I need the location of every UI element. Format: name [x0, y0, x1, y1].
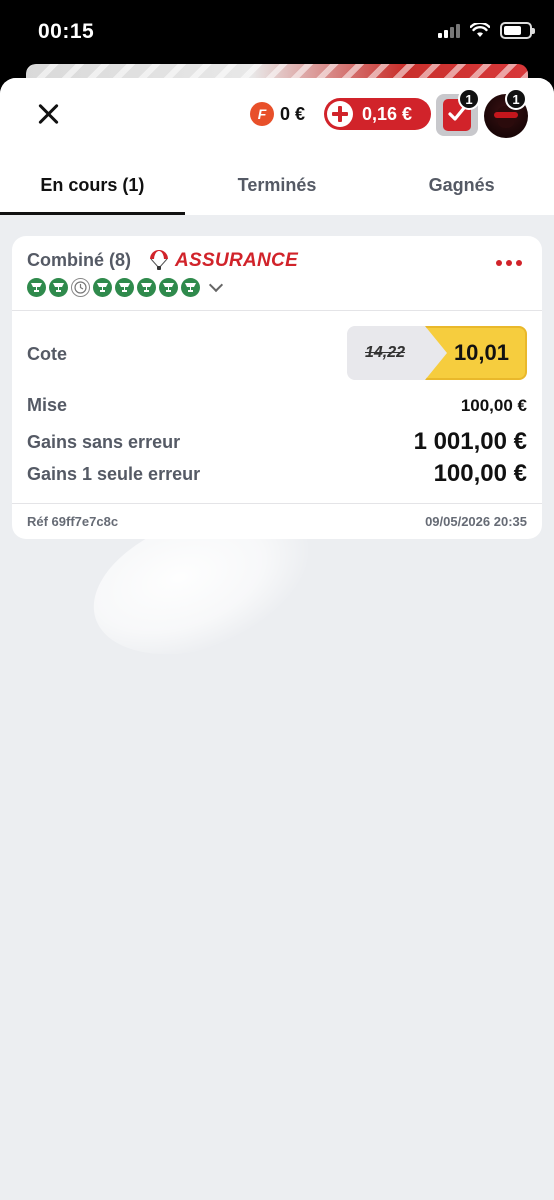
parachute-icon [150, 250, 168, 270]
leg-won-icon [137, 278, 156, 297]
freebet-balance[interactable]: F 0 € [250, 102, 305, 126]
bet-tabs: En cours (1) Terminés Gagnés [0, 160, 554, 215]
freebet-coin-icon: F [250, 102, 274, 126]
tab-en-cours[interactable]: En cours (1) [0, 160, 185, 215]
leg-won-icon [181, 278, 200, 297]
odds-label: Cote [27, 344, 67, 364]
header: F 0 € 0,16 € 1 1 En cours (1) Terminés G… [0, 78, 554, 215]
tab-gagnes[interactable]: Gagnés [369, 160, 554, 215]
freebet-amount: 0 € [280, 103, 306, 124]
status-icons [438, 22, 535, 39]
signal-icon [438, 23, 460, 38]
balance-amount: 0,16 € [362, 103, 413, 124]
bet-card[interactable]: Combiné (8) ASSURANCE Cote 14,22 10,01 M… [12, 236, 542, 539]
leg-won-icon [115, 278, 134, 297]
status-time: 00:15 [38, 20, 95, 43]
bet-date: 09/05/2026 20:35 [425, 514, 527, 529]
close-icon[interactable] [36, 102, 60, 126]
more-options-icon[interactable] [496, 260, 522, 266]
one-error-value: 100,00 € [433, 460, 527, 487]
win-label: Gains sans erreur [27, 432, 181, 452]
odds-display: 14,22 10,01 [347, 326, 527, 380]
tab-termines[interactable]: Terminés [185, 160, 370, 215]
leg-won-icon [93, 278, 112, 297]
one-error-label: Gains 1 seule erreur [27, 464, 201, 484]
bet-legs-status [27, 277, 224, 297]
insurance-label: ASSURANCE [175, 250, 299, 271]
betslip-count-badge: 1 [458, 88, 480, 110]
bets-sheet: F 0 € 0,16 € 1 1 En cours (1) Terminés G… [0, 78, 554, 1200]
status-bar: 00:15 [0, 0, 554, 70]
profile-count-badge: 1 [505, 88, 527, 110]
chevron-down-icon[interactable] [208, 277, 224, 292]
leg-won-icon [159, 278, 178, 297]
leg-won-icon [49, 278, 68, 297]
win-value: 1 001,00 € [413, 428, 527, 455]
leg-won-icon [27, 278, 46, 297]
stake-label: Mise [27, 395, 68, 415]
leg-pending-clock-icon [71, 278, 90, 297]
battery-icon [500, 22, 535, 39]
stake-value: 100,00 € [460, 396, 527, 415]
wifi-icon [470, 23, 490, 37]
plus-icon [327, 101, 353, 127]
deposit-button[interactable]: 0,16 € [324, 98, 431, 130]
bet-type-label: Combiné (8) [27, 250, 132, 270]
bet-card-header: Combiné (8) ASSURANCE [12, 236, 542, 311]
bet-reference: Réf 69ff7e7c8c [27, 514, 119, 529]
